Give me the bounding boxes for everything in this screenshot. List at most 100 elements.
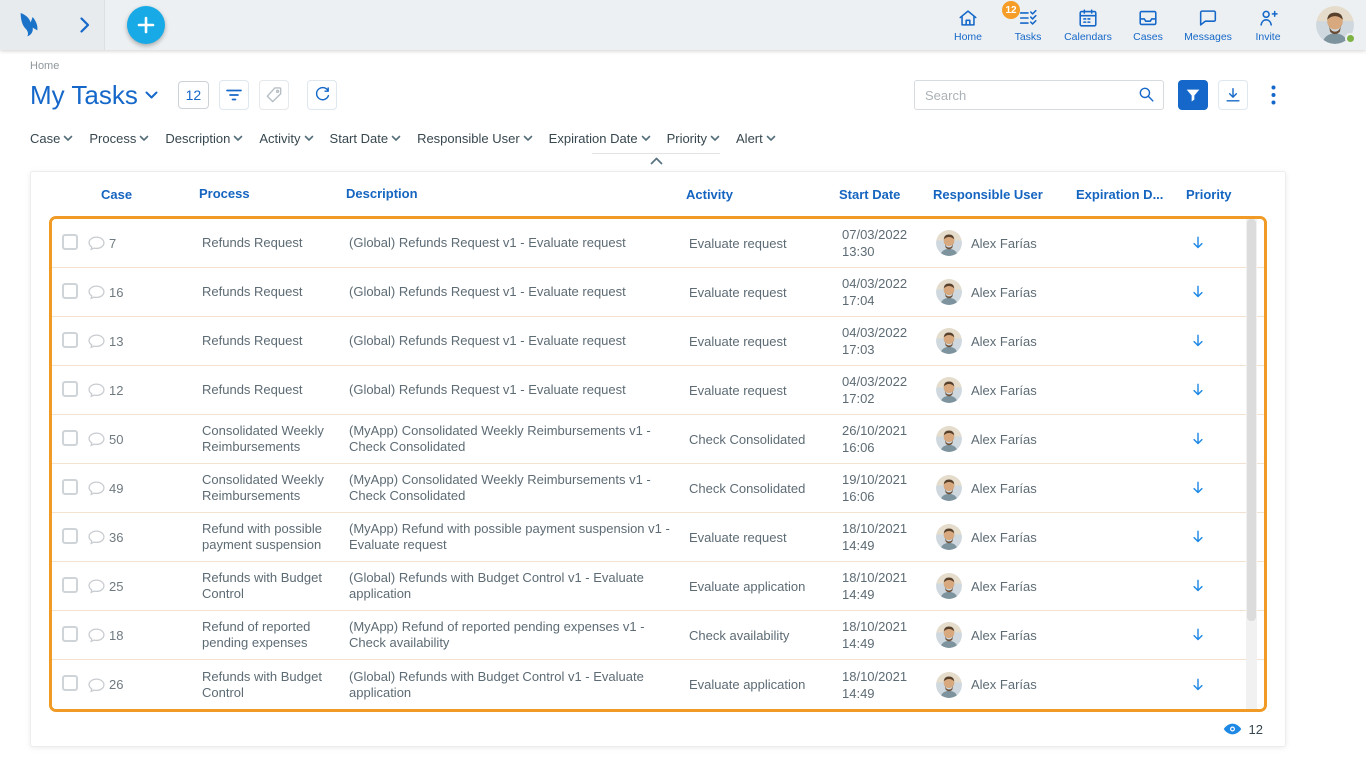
process-cell: Refund with possible payment suspension xyxy=(192,521,342,553)
table-row[interactable]: 26 Refunds with Budget Control (Global) … xyxy=(52,660,1264,709)
column-header-expiration-date[interactable]: Expiration D... xyxy=(1074,187,1184,202)
comment-bubble-icon[interactable] xyxy=(88,677,105,693)
table-row[interactable]: 49 Consolidated Weekly Reimbursements (M… xyxy=(52,464,1264,513)
app-logo-icon[interactable] xyxy=(14,9,46,41)
comment-bubble-icon[interactable] xyxy=(88,284,105,300)
row-checkbox[interactable] xyxy=(62,381,78,397)
nav-invite[interactable]: Invite xyxy=(1238,7,1298,43)
table-row[interactable]: 7 Refunds Request (Global) Refunds Reque… xyxy=(52,219,1264,268)
collapse-filters-control[interactable] xyxy=(592,153,720,165)
search-icon[interactable] xyxy=(1137,85,1157,110)
row-checkbox[interactable] xyxy=(62,528,78,544)
comment-bubble-icon[interactable] xyxy=(88,235,105,251)
row-checkbox[interactable] xyxy=(62,234,78,250)
responsible-user-name: Alex Farías xyxy=(971,432,1037,447)
row-checkbox[interactable] xyxy=(62,479,78,495)
filter-button[interactable] xyxy=(1178,80,1208,110)
row-checkbox[interactable] xyxy=(62,577,78,593)
start-date-cell: 18/10/2021 14:49 xyxy=(837,668,932,702)
filter-chip-activity[interactable]: Activity xyxy=(259,131,313,146)
start-date: 26/10/2021 xyxy=(842,422,932,439)
filter-chip-responsible-user[interactable]: Responsible User xyxy=(417,131,533,146)
filter-list-icon xyxy=(224,85,244,105)
filter-chip-alert[interactable]: Alert xyxy=(736,131,776,146)
column-header-priority[interactable]: Priority xyxy=(1184,187,1267,202)
refresh-button[interactable] xyxy=(307,80,337,110)
breadcrumb[interactable]: Home xyxy=(30,60,1286,72)
search-input[interactable] xyxy=(914,80,1164,110)
priority-low-arrow-icon xyxy=(1189,479,1207,497)
filter-list-button[interactable] xyxy=(219,80,249,110)
more-options-button[interactable] xyxy=(1260,80,1286,110)
table-row[interactable]: 50 Consolidated Weekly Reimbursements (M… xyxy=(52,415,1264,464)
page-title[interactable]: My Tasks xyxy=(30,80,158,111)
case-cell: 12 xyxy=(88,382,192,398)
process-cell: Refunds Request xyxy=(192,284,342,300)
column-header-activity[interactable]: Activity xyxy=(684,187,834,202)
nav-cases[interactable]: Cases xyxy=(1118,7,1178,43)
table-row[interactable]: 18 Refund of reported pending expenses (… xyxy=(52,611,1264,660)
row-checkbox[interactable] xyxy=(62,430,78,446)
description-cell: (MyApp) Refund with possible payment sus… xyxy=(342,521,687,553)
comment-bubble-icon[interactable] xyxy=(88,627,105,643)
chevron-down-icon xyxy=(391,135,401,142)
table-scrollbar[interactable] xyxy=(1246,219,1257,709)
comment-bubble-icon[interactable] xyxy=(88,333,105,349)
column-header-responsible-user[interactable]: Responsible User xyxy=(929,187,1074,202)
download-button[interactable] xyxy=(1218,80,1248,110)
start-date: 07/03/2022 xyxy=(842,226,932,243)
row-checkbox[interactable] xyxy=(62,626,78,642)
nav-home[interactable]: Home xyxy=(938,7,998,43)
start-time: 14:49 xyxy=(842,586,932,603)
column-header-case[interactable]: Case xyxy=(85,187,189,202)
nav-calendars[interactable]: Calendars xyxy=(1058,7,1118,43)
priority-low-arrow-icon xyxy=(1189,626,1207,644)
user-avatar-thumb xyxy=(936,328,962,354)
column-header-start-date[interactable]: Start Date xyxy=(834,186,929,203)
plus-icon xyxy=(134,13,158,37)
start-date: 04/03/2022 xyxy=(842,373,932,390)
row-checkbox[interactable] xyxy=(62,675,78,691)
table-row[interactable]: 13 Refunds Request (Global) Refunds Requ… xyxy=(52,317,1264,366)
activity-cell: Evaluate request xyxy=(687,285,837,300)
filter-chip-start-date[interactable]: Start Date xyxy=(330,131,402,146)
nav-messages[interactable]: Messages xyxy=(1178,7,1238,43)
case-cell: 26 xyxy=(88,677,192,693)
table-row[interactable]: 12 Refunds Request (Global) Refunds Requ… xyxy=(52,366,1264,415)
responsible-user-cell: Alex Farías xyxy=(932,230,1077,256)
priority-low-arrow-icon xyxy=(1189,528,1207,546)
row-checkbox[interactable] xyxy=(62,332,78,348)
table-row[interactable]: 36 Refund with possible payment suspensi… xyxy=(52,513,1264,562)
responsible-user-cell: Alex Farías xyxy=(932,622,1077,648)
comment-bubble-icon[interactable] xyxy=(88,529,105,545)
start-time: 17:04 xyxy=(842,292,932,309)
column-header-description[interactable]: Description xyxy=(339,186,684,202)
row-checkbox[interactable] xyxy=(62,283,78,299)
case-number: 50 xyxy=(109,432,123,447)
filter-chip-expiration-date[interactable]: Expiration Date xyxy=(549,131,651,146)
cases-icon xyxy=(1137,7,1159,29)
column-header-process[interactable]: Process xyxy=(189,186,339,202)
filter-chip-process[interactable]: Process xyxy=(89,131,149,146)
nav-tasks[interactable]: 12 Tasks xyxy=(998,7,1058,43)
chevron-right-icon[interactable] xyxy=(80,17,90,33)
comment-bubble-icon[interactable] xyxy=(88,578,105,594)
checkbox-cell xyxy=(52,332,88,351)
case-cell: 50 xyxy=(88,431,192,447)
case-number: 16 xyxy=(109,285,123,300)
filter-chip-description[interactable]: Description xyxy=(165,131,243,146)
new-case-button[interactable] xyxy=(127,6,165,44)
comment-bubble-icon[interactable] xyxy=(88,480,105,496)
user-avatar[interactable] xyxy=(1316,6,1354,44)
table-row[interactable]: 25 Refunds with Budget Control (Global) … xyxy=(52,562,1264,611)
tag-button[interactable] xyxy=(259,80,289,110)
table-row[interactable]: 16 Refunds Request (Global) Refunds Requ… xyxy=(52,268,1264,317)
user-avatar-thumb xyxy=(936,672,962,698)
comment-bubble-icon[interactable] xyxy=(88,431,105,447)
filter-chip-priority[interactable]: Priority xyxy=(667,131,720,146)
filter-chip-case[interactable]: Case xyxy=(30,131,73,146)
page-title-text: My Tasks xyxy=(30,80,138,111)
comment-bubble-icon[interactable] xyxy=(88,382,105,398)
process-cell: Refund of reported pending expenses xyxy=(192,619,342,651)
calendar-icon xyxy=(1077,7,1099,29)
